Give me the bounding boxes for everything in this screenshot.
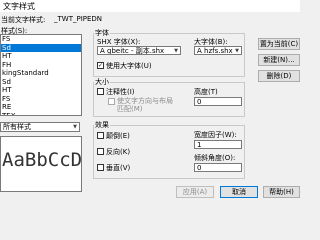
vertical-checkbox[interactable] xyxy=(97,164,104,171)
list-item[interactable]: HT xyxy=(1,86,81,95)
help-button[interactable]: 帮助(H) xyxy=(263,186,300,198)
shx-font-value: A gbeitc - 副本.shx xyxy=(100,46,165,55)
list-item[interactable]: FS xyxy=(1,35,81,44)
oblique-label: 倾斜角度(O): xyxy=(194,154,236,162)
annotative-checkbox[interactable] xyxy=(97,88,104,95)
list-item[interactable]: Sd xyxy=(1,78,81,87)
window-title: 文字样式 xyxy=(3,2,35,11)
height-input[interactable]: 0 xyxy=(194,97,242,106)
chevron-down-icon: ▼ xyxy=(235,47,239,54)
set-current-button[interactable]: 置为当前(C) xyxy=(258,38,300,50)
use-bigfont-label: 使用大字体(U) xyxy=(106,62,152,70)
new-style-button[interactable]: 新建(N)... xyxy=(258,54,300,66)
current-style-value: _TWT_PIPEDN xyxy=(54,15,103,23)
current-style-label: 当前文字样式: xyxy=(1,16,46,24)
apply-button[interactable]: 应用(A) xyxy=(176,186,214,198)
vertical-label: 垂直(V) xyxy=(106,164,131,172)
annotative-label: 注释性(I) xyxy=(106,88,135,96)
bigfont-dropdown[interactable]: A hzfs.shx ▼ xyxy=(194,46,242,55)
list-item[interactable]: kingStandard xyxy=(1,69,81,78)
checkmark-icon: ✓ xyxy=(98,62,104,69)
match-orientation-label: 使文字方向与布局匹配(M) xyxy=(117,97,173,113)
list-item[interactable]: TEX xyxy=(1,112,81,116)
style-filter-dropdown[interactable]: 所有样式 ▼ xyxy=(0,122,80,132)
cancel-button[interactable]: 取消 xyxy=(220,186,258,198)
preview-box: AaBbCcD xyxy=(0,136,82,192)
height-label: 高度(T) xyxy=(194,88,218,96)
size-group-title: 大小 xyxy=(94,77,110,87)
style-filter-value: 所有样式 xyxy=(3,123,31,131)
match-orientation-checkbox[interactable] xyxy=(108,98,115,105)
upside-down-checkbox[interactable] xyxy=(97,132,104,139)
effects-group-title: 效果 xyxy=(94,120,110,130)
backwards-checkbox[interactable] xyxy=(97,148,104,155)
title-bar: 文字样式 xyxy=(0,0,300,12)
shx-font-dropdown[interactable]: A gbeitc - 副本.shx ▼ xyxy=(97,46,181,55)
list-item[interactable]: FH xyxy=(1,61,81,70)
list-item[interactable]: FS xyxy=(1,95,81,104)
backwards-label: 反向(K) xyxy=(106,148,131,156)
oblique-input[interactable]: 0 xyxy=(194,163,242,172)
chevron-down-icon: ▼ xyxy=(174,47,178,54)
list-item[interactable]: RE xyxy=(1,103,81,112)
upside-down-label: 颠倒(E) xyxy=(106,132,130,140)
styles-list[interactable]: FSSdHTFHkingStandardSdHTFSRETEXydxydx xyxy=(0,34,82,116)
delete-style-button[interactable]: 删除(D) xyxy=(258,70,300,82)
list-item[interactable]: Sd xyxy=(1,43,81,52)
chevron-down-icon: ▼ xyxy=(73,124,77,130)
use-bigfont-checkbox[interactable]: ✓ xyxy=(97,62,104,69)
bigfont-value: A hzfs.shx xyxy=(197,46,233,55)
width-factor-input[interactable]: 1 xyxy=(194,140,242,149)
width-factor-label: 宽度因子(W): xyxy=(194,131,237,139)
preview-sample: AaBbCcD xyxy=(2,149,82,171)
list-item[interactable]: HT xyxy=(1,52,81,61)
